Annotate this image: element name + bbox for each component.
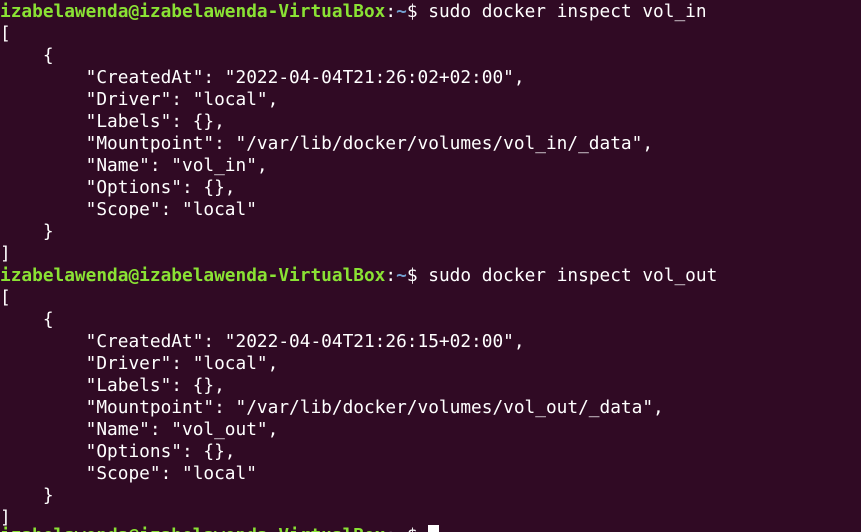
output-line: { [0,45,54,66]
output-line: } [0,221,54,242]
prompt-path: ~ [396,525,407,532]
prompt-user-host: izabelawenda@izabelawenda-VirtualBox [0,525,385,532]
output-line: "Driver": "local", [0,89,279,110]
output-line: ] [0,243,11,264]
prompt-path: ~ [396,265,407,286]
command-text: sudo docker inspect vol_out [428,265,718,286]
output-line: "Scope": "local" [0,199,257,220]
prompt-separator: : [385,525,396,532]
output-line: "Driver": "local", [0,353,279,374]
output-line: { [0,309,54,330]
output-line: [ [0,23,11,44]
prompt-line: izabelawenda@izabelawenda-VirtualBox:~$ … [0,265,717,287]
prompt-line: izabelawenda@izabelawenda-VirtualBox:~$ … [0,1,707,23]
prompt-path: ~ [396,1,407,22]
text-cursor [428,525,440,532]
prompt-user-host: izabelawenda@izabelawenda-VirtualBox [0,265,386,286]
prompt-user-host: izabelawenda@izabelawenda-VirtualBox [0,1,386,22]
command-text: sudo docker inspect vol_in [428,1,707,22]
output-line: "Mountpoint": "/var/lib/docker/volumes/v… [0,133,654,154]
output-line: [ [0,287,11,308]
prompt-symbol: $ [406,265,429,286]
prompt-line-current[interactable]: izabelawenda@izabelawenda-VirtualBox:~$ [0,525,440,532]
terminal-window[interactable]: izabelawenda@izabelawenda-VirtualBox:~$ … [0,0,861,532]
output-line: "CreatedAt": "2022-04-04T21:26:02+02:00"… [0,67,525,88]
output-line: "CreatedAt": "2022-04-04T21:26:15+02:00"… [0,331,525,352]
prompt-symbol: $ [406,1,429,22]
output-line: "Name": "vol_out", [0,419,279,440]
output-line: } [0,485,54,506]
output-line: "Labels": {}, [0,375,225,396]
output-line: "Mountpoint": "/var/lib/docker/volumes/v… [0,397,664,418]
prompt-separator: : [385,265,397,286]
output-line: "Name": "vol_in", [0,155,268,176]
output-line: "Options": {}, [0,441,236,462]
prompt-separator: : [385,1,397,22]
prompt-symbol: $ [407,525,428,532]
output-line: "Options": {}, [0,177,236,198]
output-line: "Labels": {}, [0,111,225,132]
output-line: "Scope": "local" [0,463,257,484]
